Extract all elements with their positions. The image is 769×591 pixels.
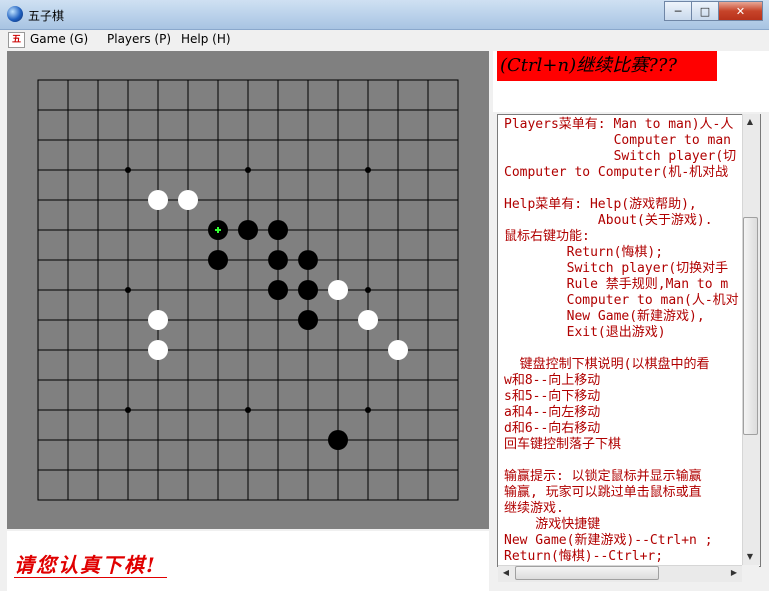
window-controls: ─ □ ✕ bbox=[664, 1, 763, 21]
help-line: 鼠标右键功能: bbox=[504, 229, 590, 244]
black-stone bbox=[298, 310, 318, 330]
continue-hint-banner: (Ctrl+n)继续比赛??? bbox=[497, 51, 717, 81]
black-stone bbox=[208, 250, 228, 270]
help-line: 输赢, 玩家可以跳过单击鼠标或直 bbox=[504, 485, 702, 500]
help-line: 游戏快捷键 bbox=[504, 517, 601, 532]
help-line: Computer to man(人-机对 bbox=[504, 293, 739, 308]
star-point bbox=[365, 287, 371, 293]
scroll-down-arrow-icon[interactable]: ▼ bbox=[742, 549, 758, 565]
help-line: s和5--向下移动 bbox=[504, 389, 601, 404]
help-line: Switch player(切换对手 bbox=[504, 261, 729, 276]
black-stone bbox=[238, 220, 258, 240]
help-line: Computer to Computer(机-机对战 bbox=[504, 165, 729, 180]
vertical-scroll-thumb[interactable] bbox=[743, 217, 758, 435]
menu-game[interactable]: Game (G) bbox=[30, 32, 88, 46]
help-line: 继续游戏. bbox=[504, 501, 564, 516]
menu-players[interactable]: Players (P) bbox=[107, 32, 171, 46]
maximize-button[interactable]: □ bbox=[691, 1, 719, 21]
black-stone bbox=[268, 250, 288, 270]
help-line: 回车键控制落子下棋 bbox=[504, 437, 622, 452]
help-line: About(关于游戏). bbox=[504, 213, 713, 228]
help-line: Return(悔棋); bbox=[504, 245, 664, 260]
status-panel: 请您认真下棋! bbox=[7, 531, 489, 591]
scroll-up-arrow-icon[interactable]: ▲ bbox=[742, 114, 758, 130]
help-text-box[interactable]: Players菜单有: Man to man)人-人 Computer to m… bbox=[497, 114, 761, 567]
hint-panel: (Ctrl+n)继续比赛??? bbox=[493, 51, 769, 112]
help-line: Return(悔棋)--Ctrl+r; bbox=[504, 549, 664, 564]
help-line: w和8--向上移动 bbox=[504, 373, 601, 388]
help-line bbox=[504, 453, 739, 469]
black-stone bbox=[268, 280, 288, 300]
menu-help[interactable]: Help (H) bbox=[181, 32, 231, 46]
star-point bbox=[245, 407, 251, 413]
black-stone bbox=[298, 280, 318, 300]
help-line: a和4--向左移动 bbox=[504, 405, 601, 420]
minimize-button[interactable]: ─ bbox=[664, 1, 692, 21]
help-line: Exit(退出游戏) bbox=[504, 325, 666, 340]
exhortation-text: 请您认真下棋! bbox=[14, 553, 167, 578]
help-line: Rule 禁手规则,Man to m bbox=[504, 277, 729, 292]
help-line: Computer to man bbox=[504, 133, 731, 148]
help-line: New Game(新建游戏), bbox=[504, 309, 705, 324]
horizontal-scroll-thumb[interactable] bbox=[515, 566, 659, 580]
window-title: 五子棋 bbox=[28, 9, 65, 23]
scroll-left-arrow-icon[interactable]: ◀ bbox=[498, 565, 514, 581]
white-stone bbox=[388, 340, 408, 360]
help-line: New Game(新建游戏)--Ctrl+n ; bbox=[504, 533, 713, 548]
help-line: d和6--向右移动 bbox=[504, 421, 601, 436]
scroll-right-arrow-icon[interactable]: ▶ bbox=[726, 565, 742, 581]
app-globe-icon bbox=[7, 6, 23, 22]
star-point bbox=[365, 167, 371, 173]
star-point bbox=[365, 407, 371, 413]
white-stone bbox=[358, 310, 378, 330]
app-menu-icon[interactable]: 五 bbox=[8, 32, 25, 48]
help-line: Switch player(切 bbox=[504, 149, 737, 164]
help-text: Players菜单有: Man to man)人-人 Computer to m… bbox=[504, 117, 739, 565]
close-button[interactable]: ✕ bbox=[718, 1, 763, 21]
white-stone bbox=[148, 190, 168, 210]
black-stone bbox=[328, 430, 348, 450]
white-stone bbox=[328, 280, 348, 300]
star-point bbox=[245, 167, 251, 173]
white-stone bbox=[178, 190, 198, 210]
white-stone bbox=[148, 340, 168, 360]
menu-bar: 五 Game (G) Players (P) Help (H) bbox=[0, 30, 769, 49]
white-stone bbox=[148, 310, 168, 330]
help-line: Players菜单有: Man to man)人-人 bbox=[504, 117, 734, 132]
black-stone bbox=[268, 220, 288, 240]
star-point bbox=[125, 167, 131, 173]
star-point bbox=[125, 287, 131, 293]
black-stone bbox=[298, 250, 318, 270]
board-panel bbox=[7, 51, 489, 529]
help-line bbox=[504, 181, 739, 197]
help-line: 输赢提示: 以锁定鼠标并显示输赢 bbox=[504, 469, 702, 484]
help-line bbox=[504, 341, 739, 357]
star-point bbox=[125, 407, 131, 413]
title-bar[interactable]: 五子棋 ─ □ ✕ bbox=[0, 0, 769, 30]
scrollbar-corner bbox=[742, 565, 759, 581]
help-line: Help菜单有: Help(游戏帮助), bbox=[504, 197, 697, 212]
help-line: 键盘控制下棋说明(以棋盘中的看 bbox=[504, 357, 710, 372]
gomoku-board[interactable] bbox=[7, 51, 489, 529]
